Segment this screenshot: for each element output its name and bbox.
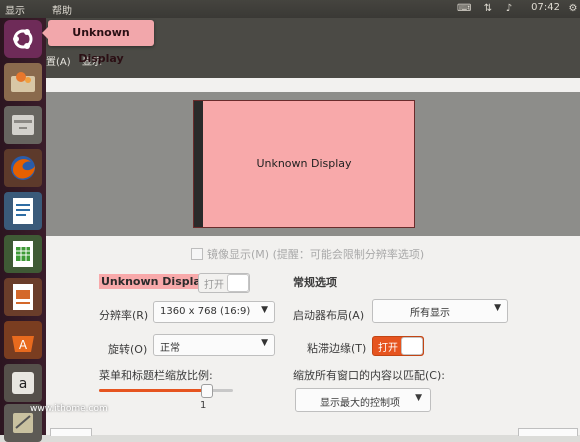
display-power-toggle[interactable]: 打开 xyxy=(198,273,250,293)
toggle-knob xyxy=(401,337,423,355)
launcher-placement-select[interactable]: 所有显示 ▼ xyxy=(372,299,508,323)
gear-icon[interactable]: ⚙ xyxy=(566,3,580,15)
network-icon[interactable]: ⇅ xyxy=(481,3,495,15)
launcher: A a xyxy=(0,18,46,442)
software-updater-icon[interactable] xyxy=(4,63,42,101)
launcher-placement-value: 所有显示 xyxy=(410,308,450,319)
calc-icon[interactable] xyxy=(4,235,42,273)
sticky-toggle-label: 打开 xyxy=(378,343,398,354)
sticky-edges-label: 粘滞边缘(T) xyxy=(307,342,367,355)
svg-text:a: a xyxy=(19,376,28,392)
resolution-select[interactable]: 1360 x 768 (16:9) ▼ xyxy=(153,301,275,323)
amazon-icon[interactable]: a xyxy=(4,364,42,402)
menu-help[interactable]: 帮助 xyxy=(52,2,72,17)
top-panel: 显示 帮助 ⌨ ⇅ ♪ 07:42 ⚙ xyxy=(0,0,580,18)
toggle-knob xyxy=(227,274,249,292)
scale-slider-handle[interactable] xyxy=(201,384,214,398)
firefox-icon[interactable] xyxy=(4,149,42,187)
display-name: Unknown Display xyxy=(99,274,210,289)
window-menubar: 置(A) 显示 xyxy=(46,48,580,78)
scale-all-select[interactable]: 显示最大的控制项 ▼ xyxy=(295,388,431,412)
watermark: www.ithome.com xyxy=(30,404,108,414)
monitor-preview[interactable]: Unknown Display xyxy=(193,100,415,228)
svg-text:A: A xyxy=(19,338,28,352)
ubuntu-dash-icon[interactable] xyxy=(4,20,42,58)
general-options-title: 常规选项 xyxy=(293,276,337,289)
rotation-label: 旋转(O) xyxy=(108,343,148,356)
keyboard-icon[interactable]: ⌨ xyxy=(457,3,471,15)
sticky-edges-toggle[interactable]: 打开 xyxy=(372,336,424,356)
launcher-placement-label: 启动器布局(A) xyxy=(293,309,365,322)
resolution-label: 分辨率(R) xyxy=(99,309,149,322)
scale-slider-fill xyxy=(99,389,207,392)
scale-all-label: 缩放所有窗口的内容以匹配(C): xyxy=(293,369,445,382)
rotation-select[interactable]: 正常 ▼ xyxy=(153,334,275,356)
display-toggle-label: 打开 xyxy=(204,280,224,291)
impress-icon[interactable] xyxy=(4,278,42,316)
chevron-down-icon: ▼ xyxy=(261,305,268,315)
chevron-down-icon: ▼ xyxy=(415,393,422,403)
menu-display[interactable]: 显示 xyxy=(5,2,25,17)
mirror-checkbox[interactable] xyxy=(191,248,203,260)
volume-icon[interactable]: ♪ xyxy=(502,3,516,15)
files-icon[interactable] xyxy=(4,106,42,144)
writer-icon[interactable] xyxy=(4,192,42,230)
mirror-label: 镜像显示(M) (提醒：可能会限制分辨率选项) xyxy=(207,248,425,261)
chevron-down-icon: ▼ xyxy=(261,338,268,348)
scale-value: 1 xyxy=(200,400,207,411)
launcher-tooltip: Unknown Display xyxy=(42,20,154,65)
software-center-icon[interactable]: A xyxy=(4,321,42,359)
menu-item-arrange[interactable]: 置(A) xyxy=(46,53,71,68)
resolution-value: 1360 x 768 (16:9) xyxy=(160,306,251,317)
clock[interactable]: 07:42 xyxy=(531,2,560,13)
rotation-value: 正常 xyxy=(160,343,180,354)
scale-label: 菜单和标题栏缩放比例: xyxy=(99,369,213,382)
monitor-label: Unknown Display xyxy=(256,157,352,170)
chevron-down-icon: ▼ xyxy=(494,303,501,313)
scale-all-value: 显示最大的控制项 xyxy=(320,398,400,409)
